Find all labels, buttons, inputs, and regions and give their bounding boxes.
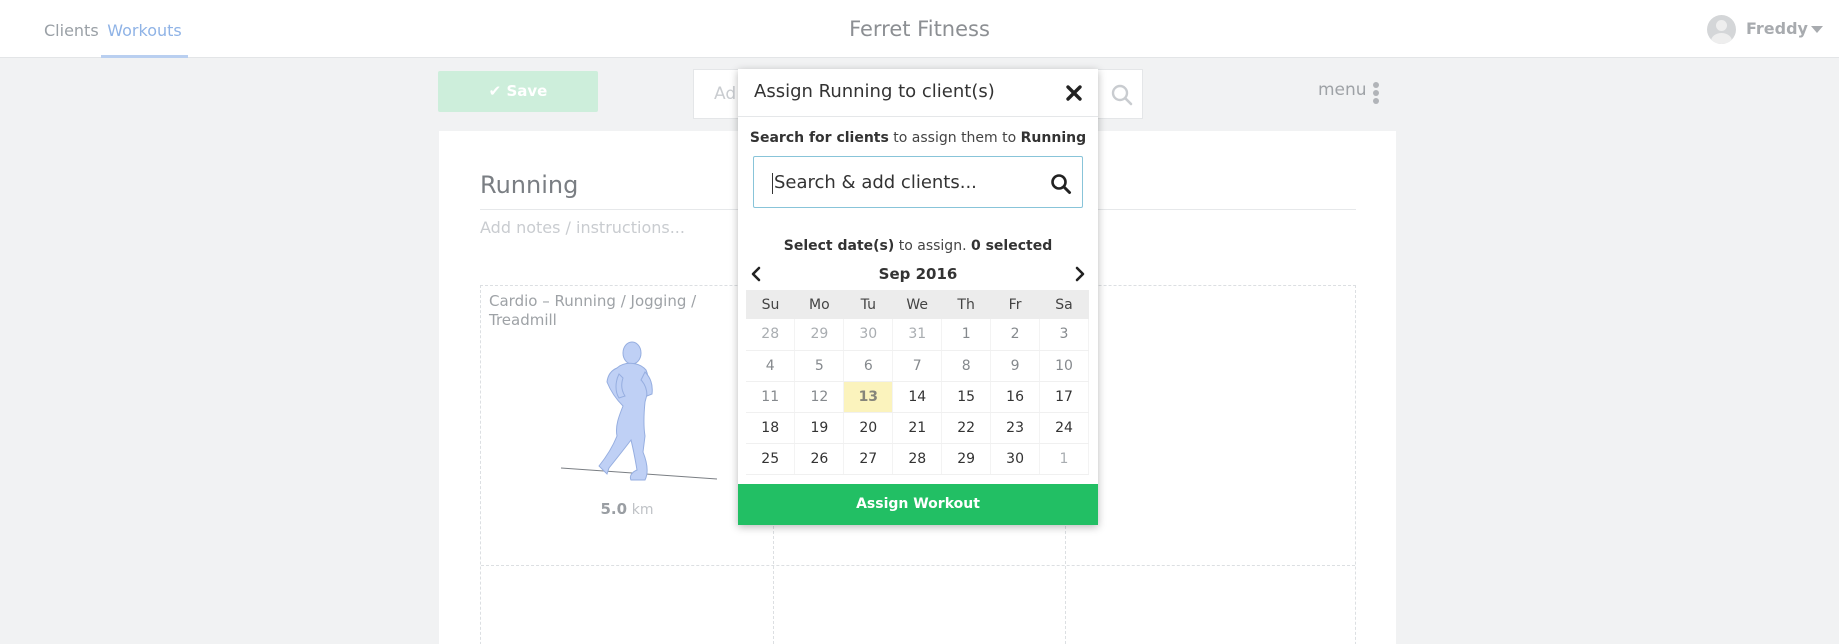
caret-down-icon[interactable]	[1811, 26, 1823, 33]
calendar-day[interactable]: 24	[1039, 412, 1089, 444]
calendar-day[interactable]: 30	[843, 319, 894, 351]
calendar-day[interactable]: 6	[843, 350, 894, 382]
user-name[interactable]: Freddy	[1746, 0, 1808, 58]
calendar-body: 28 29 30 31 1 2 3 4 5 6 7 8 9 10 11 12 13 14 15 16 17 18 19 20 2…	[746, 319, 1089, 475]
hint-text: to assign.	[894, 238, 971, 254]
calendar-day[interactable]: 17	[1039, 381, 1089, 413]
text-cursor	[772, 173, 773, 194]
weekday-header: Mo	[794, 290, 844, 319]
calendar-week-row: 28 29 30 31 1 2 3	[746, 319, 1089, 351]
calendar-day[interactable]: 18	[746, 412, 796, 444]
calendar-day[interactable]: 12	[794, 381, 845, 413]
calendar-day[interactable]: 26	[794, 443, 845, 475]
calendar-day[interactable]: 19	[794, 412, 845, 444]
assign-workout-modal: Assign Running to client(s) Search for c…	[738, 69, 1098, 525]
avatar[interactable]	[1707, 15, 1736, 44]
calendar-day[interactable]: 9	[990, 350, 1041, 382]
weekday-header: Tu	[843, 290, 893, 319]
calendar-day[interactable]: 3	[1039, 319, 1089, 351]
calendar-day[interactable]: 10	[1039, 350, 1089, 382]
calendar-day[interactable]: 30	[990, 443, 1041, 475]
app-brand-title: Ferret Fitness	[849, 17, 990, 41]
calendar-day[interactable]: 7	[892, 350, 943, 382]
calendar-day[interactable]: 8	[941, 350, 992, 382]
calendar-day[interactable]: 16	[990, 381, 1041, 413]
client-search-box[interactable]	[753, 156, 1083, 208]
workout-search-placeholder: Ad	[714, 84, 737, 104]
top-navbar: Clients Workouts Ferret Fitness Freddy	[0, 0, 1839, 58]
calendar-week-row: 25 26 27 28 29 30 1	[746, 443, 1089, 475]
hint-text: to assign them to	[888, 130, 1021, 146]
menu-label[interactable]: menu	[1318, 80, 1367, 100]
client-search-input[interactable]	[774, 157, 1044, 207]
calendar-day[interactable]: 31	[892, 319, 943, 351]
save-button[interactable]: ✔ Save	[438, 71, 598, 112]
client-search-hint: Search for clients to assign them to Run…	[738, 130, 1098, 146]
calendar-day[interactable]: 11	[746, 381, 796, 413]
modal-title: Assign Running to client(s)	[754, 81, 995, 102]
calendar-day[interactable]: 25	[746, 443, 796, 475]
weekday-header: Th	[941, 290, 991, 319]
selected-count: 0 selected	[970, 238, 1053, 254]
calendar-day[interactable]: 20	[843, 412, 894, 444]
runner-icon	[559, 334, 721, 498]
calendar-day[interactable]: 14	[892, 381, 943, 413]
calendar-day[interactable]: 22	[941, 412, 992, 444]
workout-notes-field[interactable]: Add notes / instructions...	[480, 218, 685, 237]
calendar-day[interactable]: 27	[843, 443, 894, 475]
calendar-day[interactable]: 28	[892, 443, 943, 475]
tab-workouts[interactable]: Workouts	[101, 0, 188, 58]
calendar-week-row: 11 12 13 14 15 16 17	[746, 381, 1089, 413]
exercise-cell[interactable]: Cardio – Running / Jogging / Treadmill 5…	[481, 286, 773, 565]
weekday-header: Fr	[990, 290, 1040, 319]
date-select-hint: Select date(s) to assign. 0 selected	[738, 238, 1098, 254]
calendar-week-row: 18 19 20 21 22 23 24	[746, 412, 1089, 444]
calendar-day[interactable]: 29	[941, 443, 992, 475]
more-vertical-icon[interactable]	[1373, 82, 1379, 104]
search-icon[interactable]	[1050, 173, 1072, 199]
calendar-day[interactable]: 4	[746, 350, 796, 382]
hint-bold-dates: Select date(s)	[783, 238, 895, 254]
calendar-day[interactable]: 13	[843, 381, 894, 413]
weekday-header: Sa	[1039, 290, 1089, 319]
modal-header: Assign Running to client(s)	[738, 69, 1098, 117]
calendar-day[interactable]: 15	[941, 381, 992, 413]
calendar-day[interactable]: 5	[794, 350, 845, 382]
search-icon[interactable]	[1111, 84, 1133, 110]
workout-title[interactable]: Running	[480, 171, 578, 199]
calendar-week-row: 4 5 6 7 8 9 10	[746, 350, 1089, 382]
calendar-day[interactable]: 28	[746, 319, 796, 351]
calendar-day[interactable]: 1	[941, 319, 992, 351]
weekday-header: Su	[746, 290, 795, 319]
calendar-day[interactable]: 29	[794, 319, 845, 351]
calendar-day[interactable]: 23	[990, 412, 1041, 444]
exercise-metric: 5.0 km	[481, 500, 773, 518]
tab-clients[interactable]: Clients	[44, 0, 99, 58]
calendar-day[interactable]: 2	[990, 319, 1041, 351]
close-icon[interactable]	[1063, 82, 1085, 104]
assign-workout-button[interactable]: Assign Workout	[738, 484, 1098, 525]
weekday-header: We	[892, 290, 942, 319]
calendar-month-label: Sep 2016	[878, 265, 958, 283]
hint-bold-search: Search for clients	[749, 130, 889, 146]
exercise-distance: 5.0	[600, 500, 628, 518]
grid-divider	[481, 565, 1355, 566]
hint-bold-workout: Running	[1020, 130, 1087, 146]
chevron-right-icon[interactable]	[1070, 264, 1090, 284]
calendar-day[interactable]: 21	[892, 412, 943, 444]
calendar-day[interactable]: 1	[1039, 443, 1089, 475]
calendar-grid: Su Mo Tu We Th Fr Sa 28 29 30 31 1 2 3 4 5 6 7 8 9 10 11 12 13…	[746, 290, 1089, 475]
calendar-weekday-row: Su Mo Tu We Th Fr Sa	[746, 290, 1089, 319]
exercise-name: Cardio – Running / Jogging / Treadmill	[489, 292, 697, 329]
exercise-unit: km	[631, 502, 654, 518]
